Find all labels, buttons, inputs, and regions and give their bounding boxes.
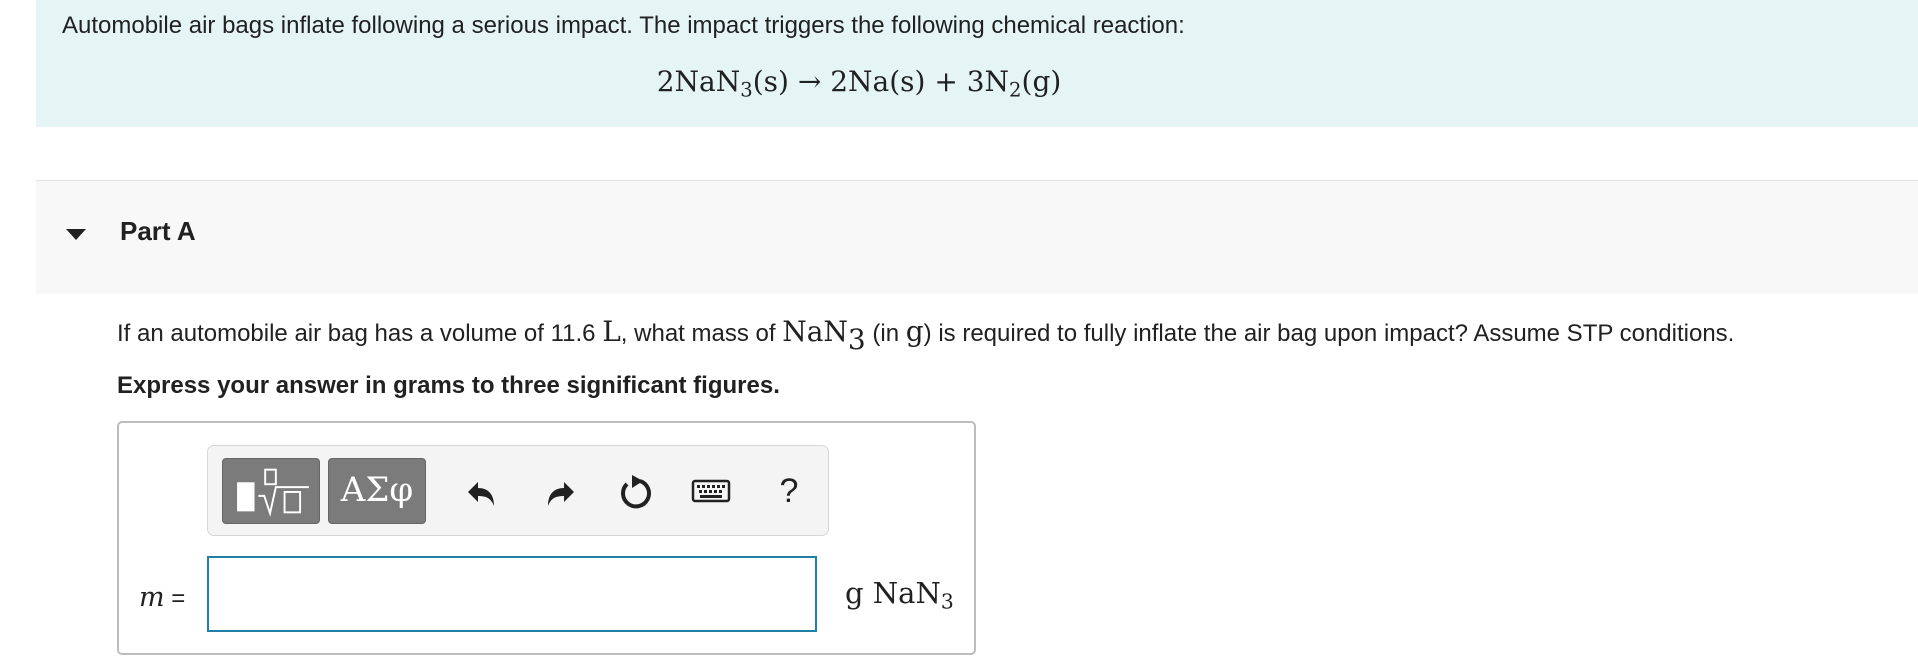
answer-unit: g NaN3 (845, 574, 954, 612)
product1-state: (s) (889, 65, 926, 98)
reactant-state: (s) (752, 65, 789, 98)
product2-state: (g) (1021, 65, 1062, 98)
question-before-volume: If an automobile air bag has a volume of… (117, 320, 603, 347)
product2-subscript: 2 (1009, 78, 1022, 102)
intro-text: Automobile air bags inflate following a … (62, 12, 1185, 39)
answer-unit-formula: NaN (872, 576, 941, 610)
question-mid: , what mass of (620, 320, 783, 347)
redo-icon[interactable] (534, 466, 584, 516)
part-a-header[interactable]: Part A (36, 180, 1918, 294)
product1-formula: Na (848, 65, 890, 98)
help-button[interactable]: ? (764, 466, 814, 516)
compound-formula: NaN (782, 315, 848, 348)
plus-sign: + (934, 65, 958, 98)
reactant-coefficient: 2 (656, 65, 675, 98)
page: Automobile air bags inflate following a … (0, 0, 1918, 664)
product1-coefficient: 2 (830, 65, 849, 98)
answer-instruction: Express your answer in grams to three si… (117, 372, 780, 399)
reset-icon[interactable] (610, 466, 660, 516)
answer-unit-subscript: 3 (940, 589, 954, 614)
answer-input[interactable] (207, 556, 817, 632)
reactant-formula: NaN (674, 65, 741, 98)
variable-label: m = (139, 583, 185, 614)
volume-unit: L (602, 315, 621, 348)
product2-coefficient: 3 (966, 65, 985, 98)
undo-icon[interactable] (458, 466, 508, 516)
chemical-equation: 2NaN3(s) → 2Na(s) + 3N2(g) (36, 64, 1682, 100)
answer-box: ΑΣφ ? m = g NaN3 (117, 421, 976, 655)
product2-formula: N (984, 65, 1010, 98)
templates-sqrt-icon (237, 468, 309, 517)
problem-intro: Automobile air bags inflate following a … (36, 0, 1918, 127)
question-after: ) is required to fully inflate the air b… (923, 320, 1735, 347)
answer-unit-g: g (845, 576, 864, 610)
caret-down-icon[interactable] (64, 224, 88, 244)
reaction-arrow: → (797, 65, 822, 98)
greek-symbols-button[interactable]: ΑΣφ (328, 458, 426, 524)
variable-name: m (139, 582, 165, 613)
templates-button[interactable] (222, 458, 320, 524)
part-title: Part A (120, 216, 196, 246)
equals-sign: = (164, 585, 186, 612)
keyboard-icon[interactable] (686, 466, 736, 516)
math-toolbar: ΑΣφ ? (207, 445, 829, 536)
compound-subscript: 3 (847, 322, 866, 356)
reactant-subscript: 3 (740, 78, 753, 102)
question-paren-open: (in (865, 320, 906, 347)
mass-unit: g (905, 315, 924, 348)
question-text: If an automobile air bag has a volume of… (117, 315, 1735, 353)
